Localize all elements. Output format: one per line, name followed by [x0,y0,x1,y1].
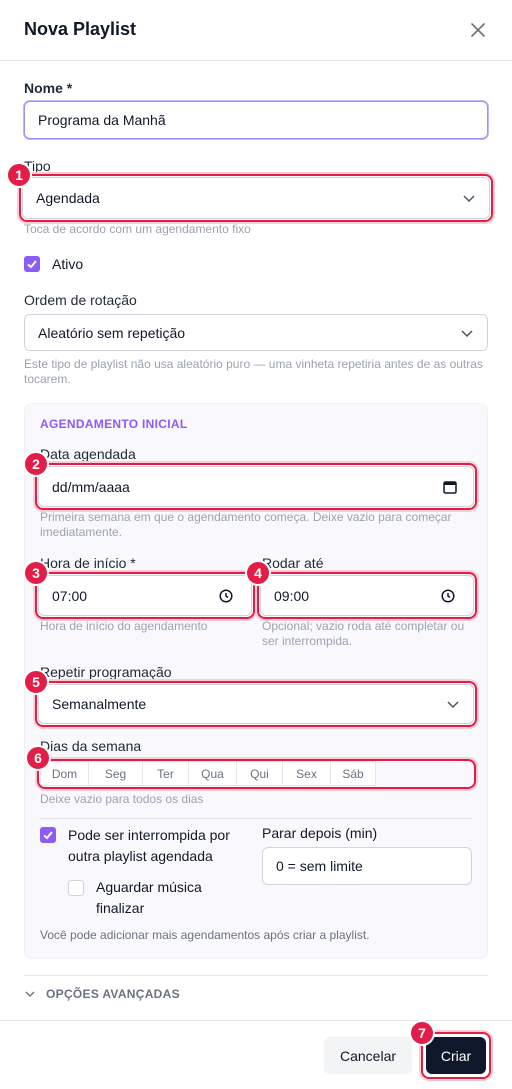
wait-finish-label: Aguardar música finalizar [96,879,202,916]
until-time-label: Rodar até [262,555,324,571]
annotation-badge: 2 [23,451,49,477]
type-help: Toca de acordo com um agendamento fixo [24,222,251,236]
until-time-help: Opcional; vazio roda até completar ou se… [262,619,465,648]
repeat-select[interactable]: Semanalmente [38,684,474,724]
date-input[interactable]: dd/mm/aaaa [38,466,474,507]
chevron-down-icon [25,991,35,997]
annotation-badge: 7 [409,1020,435,1046]
repeat-label: Repetir programação [40,664,172,680]
divider [40,818,472,819]
rotation-label: Ordem de rotação [24,292,137,308]
annotation-badge: 6 [25,745,51,771]
until-time-value: 09:00 [274,587,310,604]
type-select[interactable]: Agendada [22,177,490,219]
interruptible-checkbox[interactable] [40,827,56,843]
annotation-badge: 4 [245,560,271,586]
rotation-help: Este tipo de playlist não usa aleatório … [24,357,483,386]
close-icon[interactable] [468,20,488,40]
until-time-input[interactable]: 09:00 [260,575,474,616]
repeat-select-value: Semanalmente [52,696,147,712]
annotation-badge: 5 [23,669,49,695]
name-label: Nome * [24,80,73,96]
weekdays-help: Deixe vazio para todos os dias [40,792,204,806]
name-input-value: Programa da Manhã [38,112,166,128]
start-time-label: Hora de início * [40,555,136,571]
divider [24,975,488,976]
chevron-down-icon [447,701,459,709]
annotation-badge: 3 [23,560,49,586]
active-label: Ativo [52,256,84,272]
weekday-ter[interactable]: Ter [142,761,189,786]
rotation-select[interactable]: Aleatório sem repetição [24,314,488,351]
weekday-qui[interactable]: Qui [236,761,283,786]
clock-icon[interactable] [219,589,233,603]
footer-divider [0,1020,512,1021]
chevron-down-icon [461,329,473,337]
active-checkbox[interactable] [24,256,40,272]
advanced-options-label: OPÇÕES AVANÇADAS [46,987,180,1001]
stop-after-placeholder: 0 = sem limite [276,858,363,874]
dialog-header: Nova Playlist [0,0,512,61]
annotation-badge: 1 [6,162,32,188]
weekday-seg[interactable]: Seg [88,761,143,786]
weekday-sex[interactable]: Sex [282,761,331,786]
advanced-options-toggle[interactable]: OPÇÕES AVANÇADAS [24,987,180,1001]
schedule-note: Você pode adicionar mais agendamentos ap… [40,928,370,942]
weekday-qua[interactable]: Qua [188,761,237,786]
schedule-section-title: AGENDAMENTO INICIAL [40,417,188,431]
start-time-help: Hora de início do agendamento [40,619,208,633]
name-input[interactable]: Programa da Manhã [24,101,488,139]
check-icon [27,260,37,269]
chevron-down-icon [463,195,475,203]
wait-finish-checkbox[interactable] [68,880,84,896]
date-label: Data agendada [40,446,136,462]
weekdays-group: Dom Seg Ter Qua Qui Sex Sáb [40,761,376,786]
date-help: Primeira semana em que o agendamento com… [40,510,452,539]
interruptible-label: Pode ser interrompida por outra playlist… [68,827,230,864]
stop-after-label: Parar depois (min) [262,825,378,841]
start-time-value: 07:00 [52,587,88,604]
create-button[interactable]: Criar [426,1037,486,1074]
type-select-value: Agendada [36,190,100,206]
weekdays-label: Dias da semana [40,738,142,754]
stop-after-input[interactable]: 0 = sem limite [262,847,472,885]
start-time-input[interactable]: 07:00 [38,575,252,616]
weekday-sab[interactable]: Sáb [330,761,376,786]
cancel-button[interactable]: Cancelar [324,1037,412,1074]
calendar-icon[interactable] [443,480,457,494]
clock-icon[interactable] [441,589,455,603]
check-icon [43,831,53,840]
dialog-title: Nova Playlist [24,19,137,39]
date-input-value: dd/mm/aaaa [52,478,130,495]
rotation-select-value: Aleatório sem repetição [38,324,186,341]
